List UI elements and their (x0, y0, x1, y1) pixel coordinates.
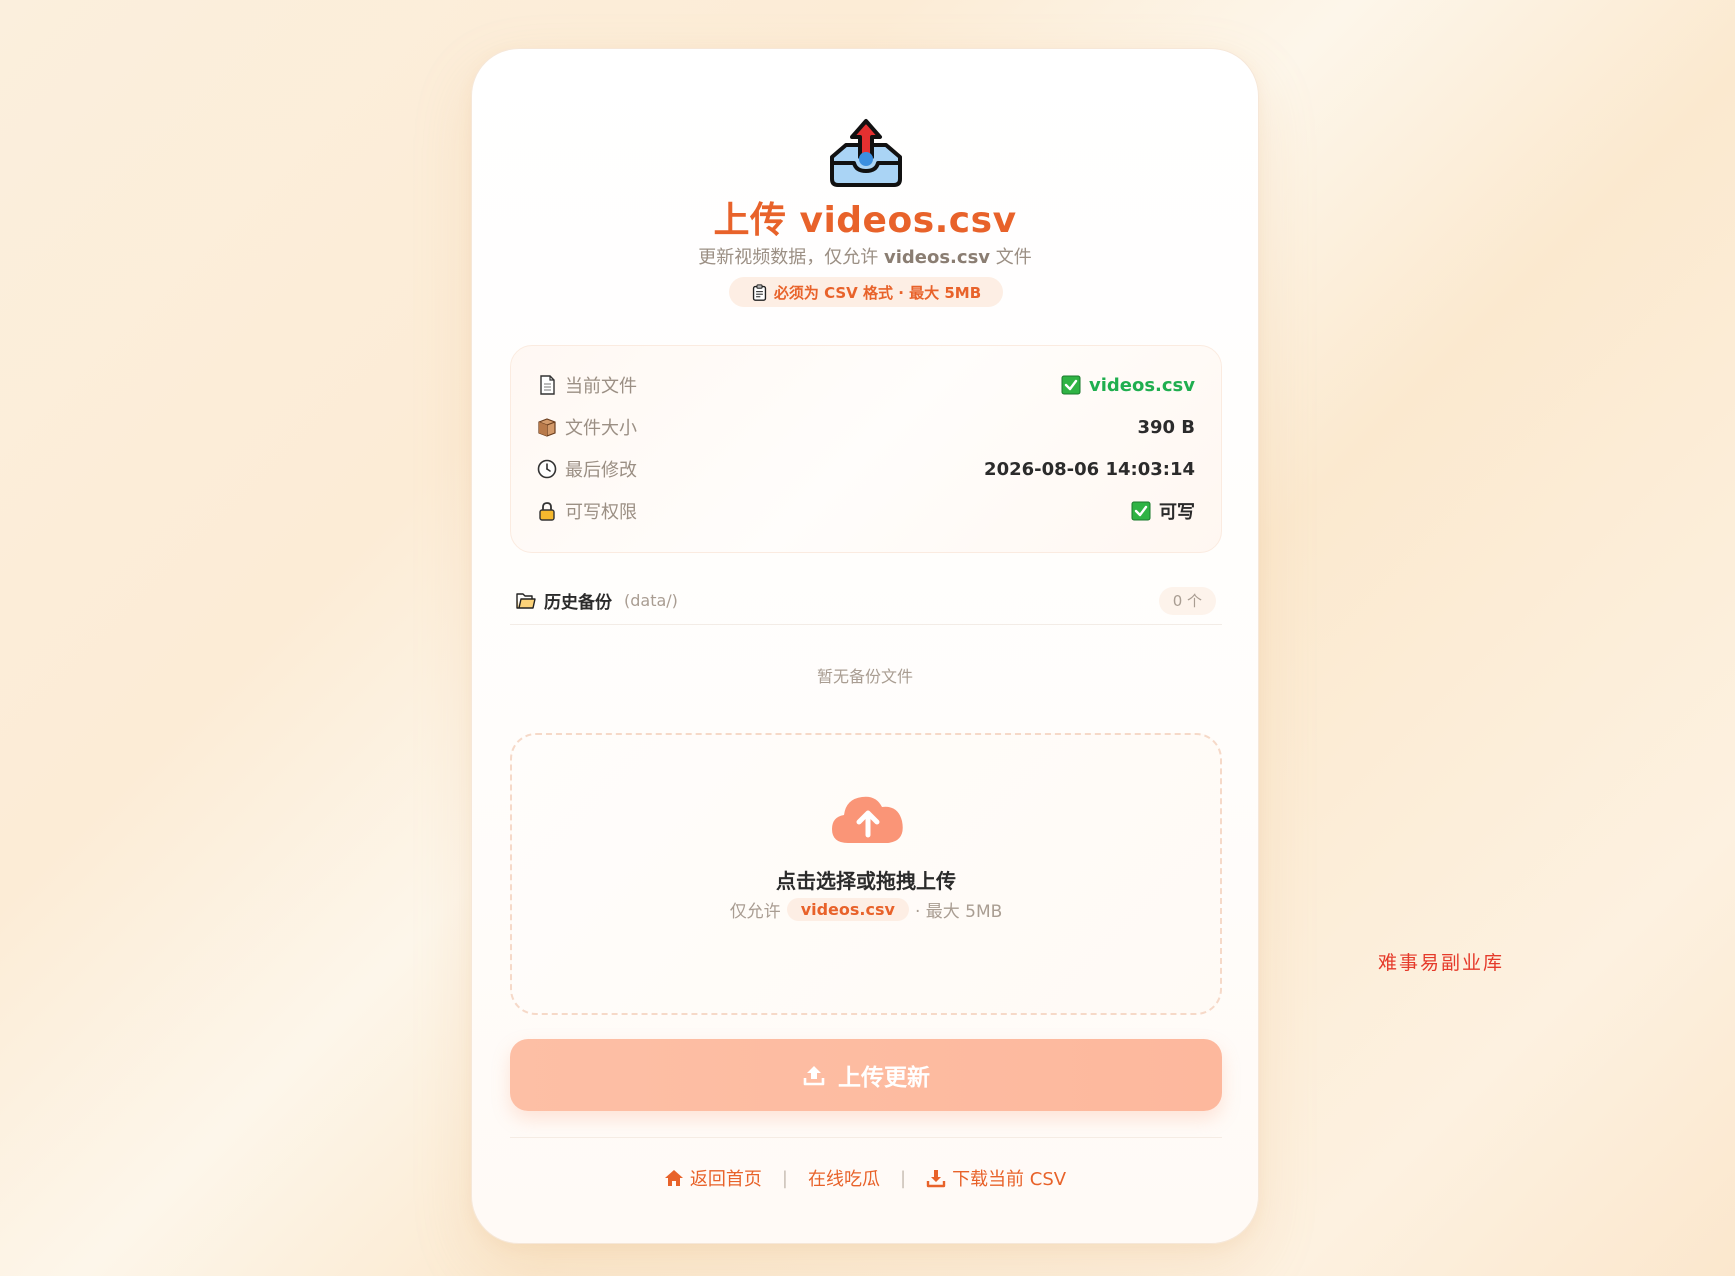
upload-icon (803, 1066, 825, 1086)
page-title: 上传 videos.csv (713, 200, 1017, 241)
folder-icon (516, 592, 536, 609)
dropzone-hint-prefix: 仅允许 (729, 902, 781, 922)
info-row-last-modified: 最后修改 2026-08-06 14:03:14 (537, 454, 1195, 484)
backup-path: (data/) (624, 591, 678, 610)
cloud-upload-icon (832, 796, 903, 843)
footer-separator: | (899, 1167, 907, 1189)
info-row-file-size: 文件大小 390 B (537, 412, 1195, 442)
clock-icon (537, 459, 557, 479)
info-row-current-file: 当前文件 videos.csv (537, 370, 1195, 400)
page-icon (540, 375, 555, 395)
upload-card: 上传 videos.csv 更新视频数据，仅允许 videos.csv 文件 必… (471, 48, 1259, 1244)
footer-divider (510, 1137, 1222, 1138)
backup-count-badge: 0 个 (1158, 586, 1216, 615)
write-permission-value: 可写 (1159, 502, 1195, 523)
outbox-tray-icon (830, 119, 902, 187)
subtitle-filename: videos.csv (883, 247, 991, 268)
subtitle-prefix: 更新视频数据，仅允许 (698, 247, 884, 268)
home-link[interactable]: 返回首页 (664, 1165, 762, 1191)
dropzone-hint-suffix: · 最大 5MB (914, 902, 1003, 922)
info-row-write-permission: 可写权限 可写 (537, 496, 1195, 526)
backup-empty-message: 暂无备份文件 (816, 667, 913, 686)
box-icon (538, 418, 556, 437)
file-dropzone[interactable]: 点击选择或拖拽上传 仅允许 videos.csv · 最大 5MB (510, 733, 1222, 1015)
dropzone-file-chip: videos.csv (786, 898, 909, 921)
home-icon (664, 1170, 683, 1186)
format-requirement-badge: 必须为 CSV 格式 · 最大 5MB (729, 277, 1003, 307)
file-size-value: 390 B (1137, 416, 1195, 438)
lock-icon (539, 502, 555, 521)
check-mark-icon (1131, 501, 1151, 521)
check-mark-icon (1061, 375, 1081, 395)
info-label-file-size: 文件大小 (565, 418, 637, 439)
current-file-value: videos.csv (1088, 374, 1195, 396)
footer-links: 返回首页 | 在线吃瓜 | 下载当前 CSV (472, 1165, 1258, 1191)
upload-button[interactable]: 上传更新 (510, 1039, 1222, 1111)
download-link-label: 下载当前 CSV (952, 1169, 1067, 1190)
dropzone-title: 点击选择或拖拽上传 (776, 869, 956, 893)
format-note: 必须为 CSV 格式 · 最大 5MB (773, 283, 982, 302)
file-info-panel: 当前文件 videos.csv 文件大小 390 B 最后修改 2026-08-… (510, 345, 1222, 553)
footer-separator: | (781, 1167, 788, 1189)
watermark-text: 难事易副业库 (1378, 952, 1505, 974)
download-icon (926, 1170, 946, 1188)
info-label-write-permission: 可写权限 (565, 502, 637, 523)
clipboard-icon (752, 283, 766, 301)
gossip-link[interactable]: 在线吃瓜 (808, 1165, 880, 1191)
subtitle-suffix: 文件 (990, 247, 1032, 268)
backup-title: 历史备份 (544, 593, 612, 613)
page-subtitle: 更新视频数据，仅允许 videos.csv 文件 (472, 243, 1258, 269)
download-csv-link[interactable]: 下载当前 CSV (926, 1165, 1066, 1191)
home-link-label: 返回首页 (689, 1169, 762, 1190)
backup-section-header: 历史备份 (data/) 0 个 (510, 585, 1222, 625)
upload-button-label: 上传更新 (838, 1064, 930, 1090)
gossip-link-label: 在线吃瓜 (807, 1169, 880, 1190)
info-label-last-modified: 最后修改 (565, 460, 637, 481)
info-label-current-file: 当前文件 (565, 376, 637, 397)
last-modified-value: 2026-08-06 14:03:14 (984, 458, 1195, 480)
dropzone-hint: 仅允许 videos.csv · 最大 5MB (512, 897, 1220, 922)
